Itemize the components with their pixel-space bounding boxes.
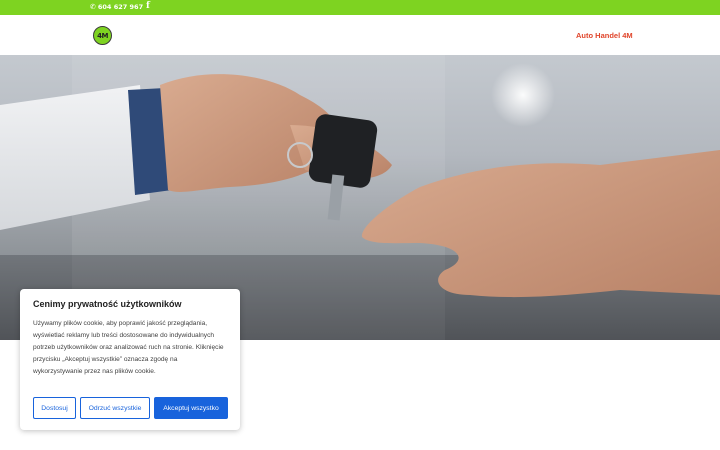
cookie-consent-banner: Cenimy prywatność użytkowników Używamy p… [20, 289, 240, 430]
nav-link-auto-handel[interactable]: Auto Handel 4M [576, 31, 633, 40]
cookie-title: Cenimy prywatność użytkowników [33, 299, 182, 309]
customize-button[interactable]: Dostosuj [33, 397, 76, 419]
accept-all-button[interactable]: Akceptuj wszystko [154, 397, 228, 419]
cookie-description: Używamy plików cookie, aby poprawić jako… [33, 320, 224, 375]
phone-number: 604 627 967 [97, 3, 144, 11]
facebook-icon[interactable]: f [146, 1, 150, 11]
logo-text: 4M [97, 31, 108, 40]
site-header: 4M Auto Handel 4M [0, 15, 720, 55]
cookie-button-group: Dostosuj Odrzuć wszystkie Akceptuj wszys… [33, 397, 228, 419]
phone-icon: ✆ [90, 3, 96, 11]
top-bar: ✆ 604 627 967 f [0, 0, 720, 15]
phone-contact[interactable]: ✆ 604 627 967 [90, 3, 143, 11]
site-logo[interactable]: 4M [93, 26, 112, 45]
reject-all-button[interactable]: Odrzuć wszystkie [80, 397, 150, 419]
